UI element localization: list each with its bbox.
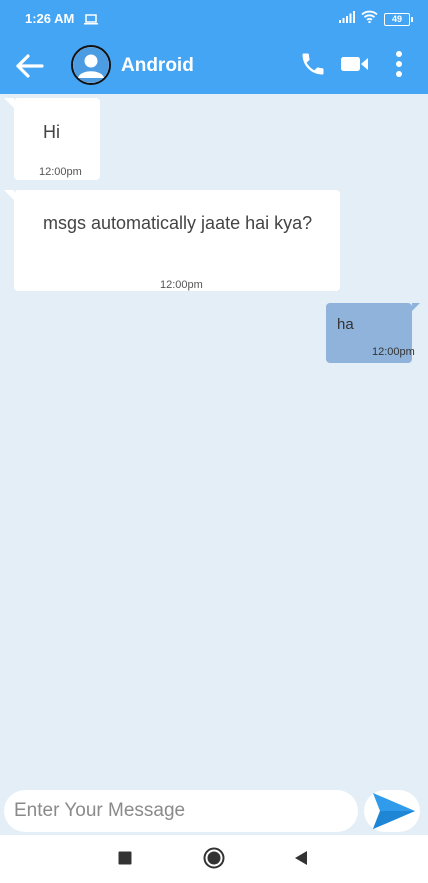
- laptop-icon: [84, 12, 98, 30]
- status-bar: 1:26 AM 49: [0, 0, 428, 36]
- message-bubble-received[interactable]: msgs automatically jaate hai kya? 12:00p…: [4, 190, 340, 291]
- avatar-icon[interactable]: [71, 45, 111, 85]
- recents-square-icon[interactable]: [118, 851, 132, 870]
- video-icon[interactable]: [341, 54, 369, 79]
- send-icon[interactable]: [364, 790, 420, 832]
- message-time: 12:00pm: [372, 346, 415, 358]
- bubble-tail: [4, 98, 14, 108]
- app-bar: Android: [0, 36, 428, 94]
- status-time: 1:26 AM: [25, 11, 75, 26]
- back-arrow-icon[interactable]: [14, 50, 46, 82]
- message-text: msgs automatically jaate hai kya?: [43, 213, 313, 233]
- back-triangle-icon[interactable]: [294, 850, 308, 871]
- message-time: 12:00pm: [39, 166, 82, 178]
- composer: [0, 783, 428, 837]
- home-circle-icon[interactable]: [203, 847, 225, 874]
- signal-icon: [339, 10, 355, 28]
- message-bubble-received[interactable]: Hi 12:00pm: [4, 98, 100, 180]
- bubble-tail: [4, 190, 14, 200]
- battery-level: 49: [391, 13, 402, 24]
- battery-icon: 49: [384, 12, 413, 26]
- wifi-icon: [361, 10, 378, 28]
- message-text: Hi: [43, 122, 60, 142]
- status-right: 49: [339, 10, 413, 28]
- message-bubble-sent[interactable]: ha 12:00pm: [326, 303, 420, 363]
- message-time: 12:00pm: [160, 279, 203, 291]
- bubble-tail: [412, 303, 420, 311]
- system-nav-bar: [0, 835, 428, 883]
- message-input[interactable]: [4, 790, 358, 832]
- header: 1:26 AM 49 Android: [0, 0, 428, 94]
- chat-title[interactable]: Android: [121, 55, 194, 77]
- more-vertical-icon[interactable]: [391, 50, 407, 83]
- call-icon[interactable]: [299, 50, 327, 83]
- message-text: ha: [337, 316, 354, 333]
